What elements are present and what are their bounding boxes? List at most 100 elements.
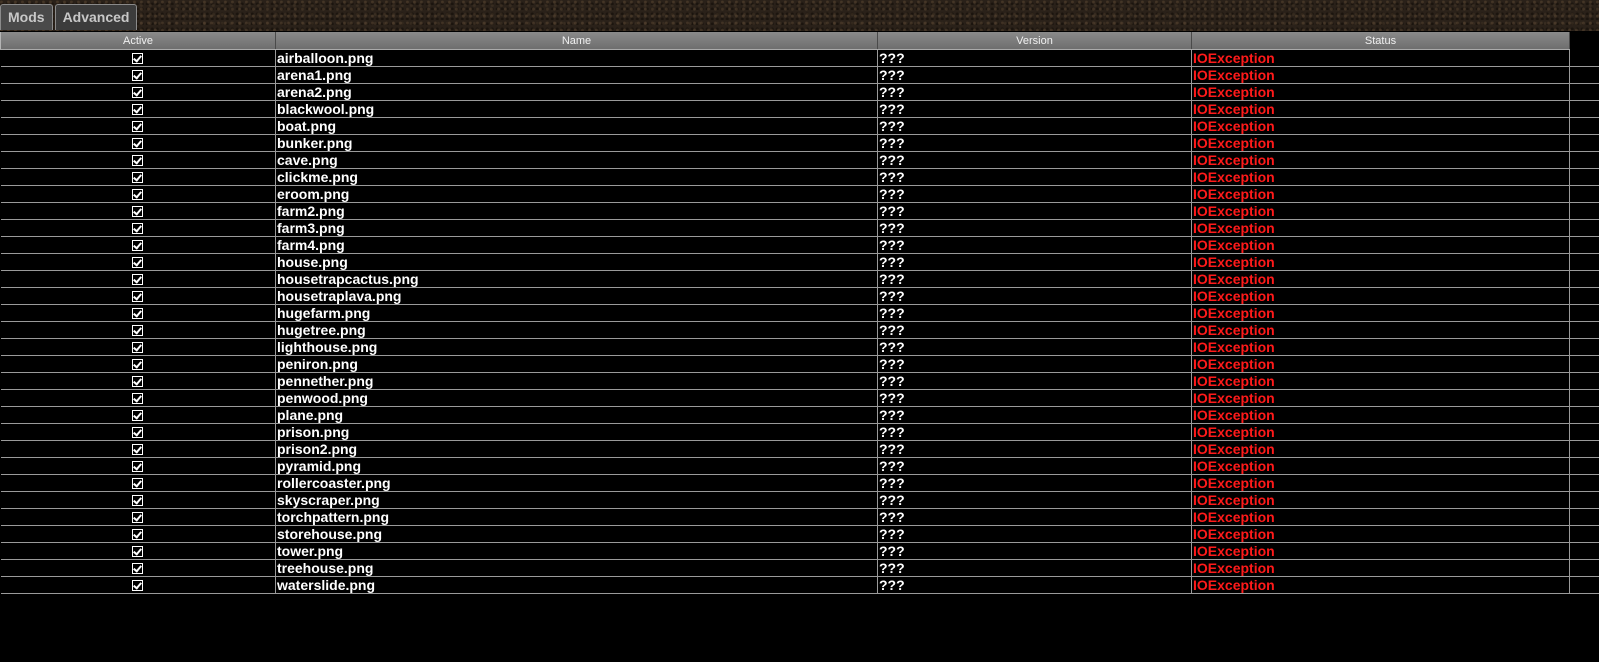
version-cell: ??? <box>877 338 1192 356</box>
table-row[interactable]: tower.png??? IOException <box>0 542 1599 560</box>
table-row[interactable]: hugefarm.png??? IOException <box>0 304 1599 322</box>
name-cell: farm3.png <box>275 219 878 237</box>
active-cell <box>0 440 276 458</box>
table-row[interactable]: arena1.png??? IOException <box>0 66 1599 84</box>
version-cell: ??? <box>877 525 1192 543</box>
checkbox-checked-icon[interactable] <box>132 528 144 540</box>
checkbox-checked-icon[interactable] <box>132 477 144 489</box>
table-row[interactable]: farm3.png??? IOException <box>0 219 1599 237</box>
checkbox-checked-icon[interactable] <box>132 324 144 336</box>
filler-cell <box>1569 389 1599 407</box>
checkbox-checked-icon[interactable] <box>132 341 144 353</box>
status-cell: IOException <box>1191 440 1570 458</box>
table-row[interactable]: lighthouse.png??? IOException <box>0 338 1599 356</box>
table-row[interactable]: rollercoaster.png??? IOException <box>0 474 1599 492</box>
table-row[interactable]: blackwool.png??? IOException <box>0 100 1599 118</box>
checkbox-checked-icon[interactable] <box>132 443 144 455</box>
checkbox-checked-icon[interactable] <box>132 103 144 115</box>
checkbox-checked-icon[interactable] <box>132 205 144 217</box>
checkbox-checked-icon[interactable] <box>132 426 144 438</box>
checkbox-checked-icon[interactable] <box>132 273 144 285</box>
table-row[interactable]: skyscraper.png??? IOException <box>0 491 1599 509</box>
status-cell: IOException <box>1191 236 1570 254</box>
active-cell <box>0 270 276 288</box>
name-cell: house.png <box>275 253 878 271</box>
column-header-active[interactable]: Active <box>0 32 276 50</box>
status-cell: IOException <box>1191 134 1570 152</box>
checkbox-checked-icon[interactable] <box>132 562 144 574</box>
table-row[interactable]: cave.png??? IOException <box>0 151 1599 169</box>
checkbox-checked-icon[interactable] <box>132 239 144 251</box>
status-cell: IOException <box>1191 372 1570 390</box>
status-cell: IOException <box>1191 253 1570 271</box>
version-cell: ??? <box>877 491 1192 509</box>
table-row[interactable]: pyramid.png??? IOException <box>0 457 1599 475</box>
checkbox-checked-icon[interactable] <box>132 579 144 591</box>
checkbox-checked-icon[interactable] <box>132 154 144 166</box>
checkbox-checked-icon[interactable] <box>132 256 144 268</box>
filler-cell <box>1569 355 1599 373</box>
status-cell: IOException <box>1191 457 1570 475</box>
table-row[interactable]: pennether.png??? IOException <box>0 372 1599 390</box>
checkbox-checked-icon[interactable] <box>132 69 144 81</box>
active-cell <box>0 491 276 509</box>
table-row[interactable]: house.png??? IOException <box>0 253 1599 271</box>
table-row[interactable]: airballoon.png??? IOException <box>0 49 1599 67</box>
table-row[interactable]: farm2.png??? IOException <box>0 202 1599 220</box>
name-cell: eroom.png <box>275 185 878 203</box>
table-row[interactable]: arena2.png??? IOException <box>0 83 1599 101</box>
active-cell <box>0 287 276 305</box>
table-row[interactable]: torchpattern.png??? IOException <box>0 508 1599 526</box>
checkbox-checked-icon[interactable] <box>132 222 144 234</box>
checkbox-checked-icon[interactable] <box>132 358 144 370</box>
table-row[interactable]: peniron.png??? IOException <box>0 355 1599 373</box>
checkbox-checked-icon[interactable] <box>132 290 144 302</box>
status-cell: IOException <box>1191 168 1570 186</box>
table-row[interactable]: treehouse.png??? IOException <box>0 559 1599 577</box>
filler-cell <box>1569 219 1599 237</box>
checkbox-checked-icon[interactable] <box>132 460 144 472</box>
table-row[interactable]: plane.png??? IOException <box>0 406 1599 424</box>
table-row[interactable]: boat.png??? IOException <box>0 117 1599 135</box>
checkbox-checked-icon[interactable] <box>132 307 144 319</box>
table-row[interactable]: bunker.png??? IOException <box>0 134 1599 152</box>
table-row[interactable]: prison2.png??? IOException <box>0 440 1599 458</box>
mods-table: Active Name Version Status airballoon.pn… <box>0 32 1599 594</box>
checkbox-checked-icon[interactable] <box>132 188 144 200</box>
name-cell: torchpattern.png <box>275 508 878 526</box>
column-header-status[interactable]: Status <box>1191 32 1570 50</box>
checkbox-checked-icon[interactable] <box>132 171 144 183</box>
table-row[interactable]: waterslide.png??? IOException <box>0 576 1599 594</box>
checkbox-checked-icon[interactable] <box>132 409 144 421</box>
checkbox-checked-icon[interactable] <box>132 137 144 149</box>
checkbox-checked-icon[interactable] <box>132 375 144 387</box>
filler-cell <box>1569 134 1599 152</box>
filler-cell <box>1569 100 1599 118</box>
table-row[interactable]: housetrapcactus.png??? IOException <box>0 270 1599 288</box>
table-row[interactable]: storehouse.png??? IOException <box>0 525 1599 543</box>
table-row[interactable]: penwood.png??? IOException <box>0 389 1599 407</box>
checkbox-checked-icon[interactable] <box>132 511 144 523</box>
checkbox-checked-icon[interactable] <box>132 86 144 98</box>
table-row[interactable]: prison.png??? IOException <box>0 423 1599 441</box>
checkbox-checked-icon[interactable] <box>132 52 144 64</box>
checkbox-checked-icon[interactable] <box>132 545 144 557</box>
table-row[interactable]: farm4.png??? IOException <box>0 236 1599 254</box>
status-cell: IOException <box>1191 100 1570 118</box>
table-row[interactable]: hugetree.png??? IOException <box>0 321 1599 339</box>
column-header-version[interactable]: Version <box>877 32 1192 50</box>
column-header-name[interactable]: Name <box>275 32 878 50</box>
filler-cell <box>1569 542 1599 560</box>
active-cell <box>0 508 276 526</box>
table-row[interactable]: clickme.png??? IOException <box>0 168 1599 186</box>
table-row[interactable]: eroom.png??? IOException <box>0 185 1599 203</box>
filler-cell <box>1569 49 1599 67</box>
version-cell: ??? <box>877 576 1192 594</box>
checkbox-checked-icon[interactable] <box>132 120 144 132</box>
tab-advanced[interactable]: Advanced <box>54 4 138 30</box>
checkbox-checked-icon[interactable] <box>132 494 144 506</box>
checkbox-checked-icon[interactable] <box>132 392 144 404</box>
table-row[interactable]: housetraplava.png??? IOException <box>0 287 1599 305</box>
active-cell <box>0 151 276 169</box>
tab-mods[interactable]: Mods <box>0 4 53 30</box>
